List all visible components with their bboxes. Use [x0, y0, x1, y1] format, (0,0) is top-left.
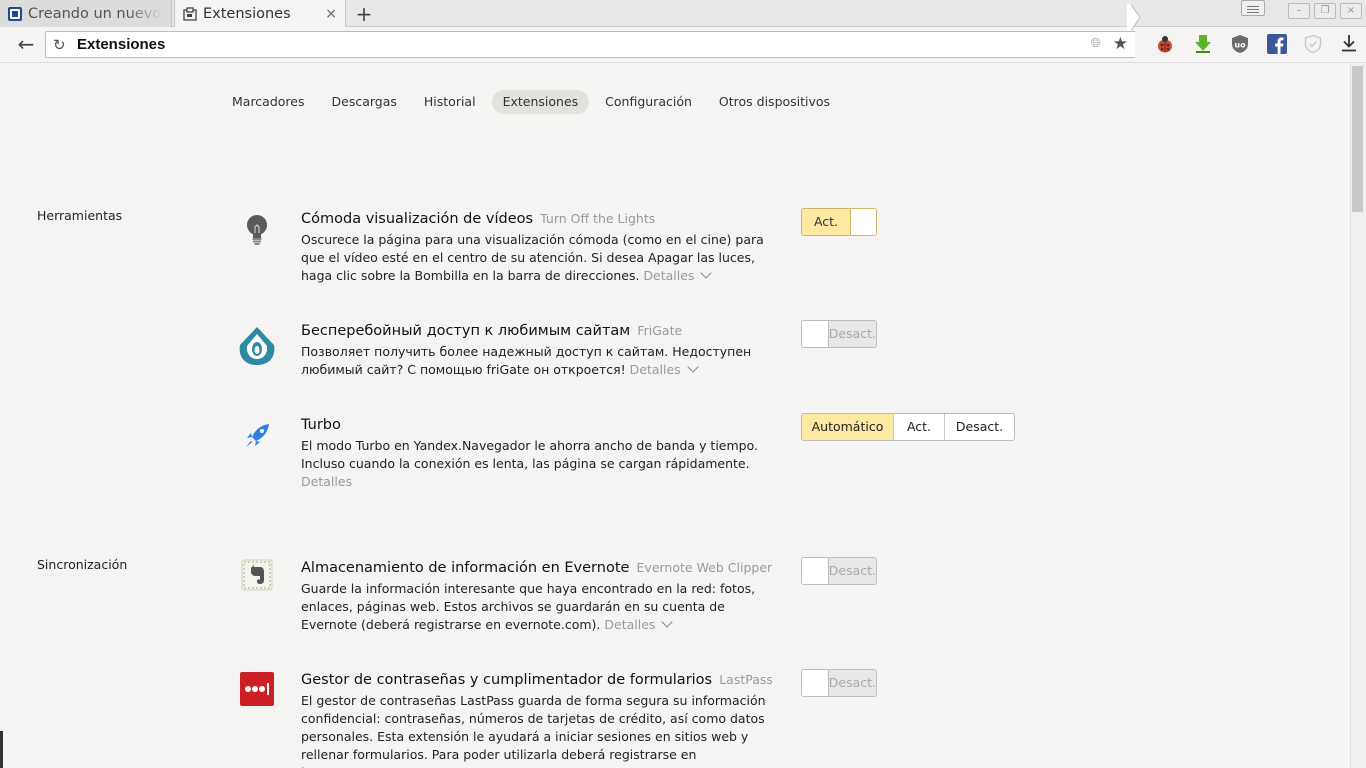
turbo-mode-selector[interactable]: Automático Act. Desact.: [801, 413, 1015, 441]
nav-historial[interactable]: Historial: [413, 90, 487, 114]
tab-creando[interactable]: Creando un nuevo: [0, 0, 172, 27]
description-text: El gestor de contraseñas LastPass guarda…: [301, 693, 766, 768]
extension-description: El modo Turbo en Yandex.Navegador le aho…: [301, 437, 771, 491]
tab-title: Creando un nuevo: [28, 5, 162, 22]
chevron-down-icon[interactable]: [661, 616, 674, 628]
turbo-option-act[interactable]: Act.: [894, 414, 945, 440]
address-bar-arrow: [1127, 4, 1141, 31]
browser-menu-button[interactable]: [1241, 0, 1265, 16]
lastpass-icon: [235, 667, 279, 711]
details-link[interactable]: Detalles: [630, 362, 681, 377]
toggle-knob: [802, 670, 829, 696]
tab-strip: Creando un nuevo Extensiones × + – ❐ ×: [0, 0, 1366, 28]
nav-extensiones[interactable]: Extensiones: [491, 90, 590, 114]
extensions-page-icon: [183, 7, 197, 21]
minimize-button[interactable]: –: [1288, 3, 1310, 19]
tab-favicon-icon: [8, 6, 22, 21]
tab-extensiones[interactable]: Extensiones ×: [174, 0, 346, 28]
extension-description: Guarde la información interesante que ha…: [301, 580, 771, 634]
globe-icon[interactable]: 🌐︎: [1091, 36, 1101, 51]
bookmark-star-icon[interactable]: ★: [1113, 34, 1128, 54]
chevron-down-icon[interactable]: [700, 267, 713, 279]
details-link[interactable]: Detalles: [301, 474, 352, 489]
toggle-frigate[interactable]: Desact.: [801, 320, 877, 348]
facebook-icon[interactable]: [1266, 33, 1288, 55]
back-arrow-icon[interactable]: ←: [14, 33, 38, 55]
ublock-icon[interactable]: uo: [1229, 33, 1251, 55]
close-window-button[interactable]: ×: [1340, 3, 1362, 19]
toggle-evernote[interactable]: Desact.: [801, 557, 877, 585]
description-text: Guarde la información interesante que ha…: [301, 581, 756, 632]
lightbulb-icon: [235, 208, 279, 252]
frigate-icon: [235, 324, 279, 368]
window-controls: – ❐ ×: [1288, 3, 1362, 19]
toggle-label: Desact.: [828, 675, 876, 690]
tab-close-icon[interactable]: ×: [325, 6, 337, 22]
settings-nav: Marcadores Descargas Historial Extension…: [221, 90, 846, 114]
extension-subtitle: LastPass: [719, 672, 773, 687]
toggle-label: Desact.: [828, 326, 876, 341]
description-text: Позволяет получить более надежный доступ…: [301, 344, 752, 377]
turbo-option-desact[interactable]: Desact.: [945, 414, 1014, 440]
new-tab-button[interactable]: +: [354, 2, 374, 26]
toggle-knob: [802, 321, 829, 347]
ladybug-icon[interactable]: [1154, 33, 1176, 55]
rocket-icon: [235, 414, 279, 458]
extension-subtitle: Turn Off the Lights: [540, 211, 656, 226]
address-text[interactable]: Extensiones: [77, 36, 165, 53]
tab-title: Extensiones: [203, 6, 291, 22]
left-edge-marker: [0, 731, 3, 768]
section-label-sync: Sincronización: [37, 557, 128, 572]
extension-title: Cómoda visualización de vídeos: [301, 211, 534, 227]
section-label-tools: Herramientas: [37, 208, 123, 223]
extension-subtitle: Evernote Web Clipper: [636, 560, 773, 575]
toggle-lastpass[interactable]: Desact.: [801, 669, 877, 697]
extension-description: El gestor de contraseñas LastPass guarda…: [301, 692, 771, 768]
scrollbar-thumb[interactable]: [1352, 66, 1363, 212]
shield-icon[interactable]: [1302, 33, 1324, 55]
download-arrow-icon[interactable]: [1192, 33, 1214, 55]
nav-descargas[interactable]: Descargas: [321, 90, 408, 114]
toggle-turn-off-lights[interactable]: Act.: [801, 208, 877, 236]
reload-icon[interactable]: ↻: [53, 36, 66, 54]
evernote-icon: [235, 553, 279, 597]
chevron-down-icon[interactable]: [687, 361, 699, 373]
extension-title: Almacenamiento de información en Evernot…: [301, 560, 630, 576]
maximize-button[interactable]: ❐: [1314, 3, 1336, 19]
toggle-knob: [802, 558, 829, 584]
extension-title: Бесперебойный доступ к любимым сайтам: [301, 323, 631, 339]
extension-description: Позволяет получить более надежный доступ…: [301, 343, 771, 379]
nav-configuracion[interactable]: Configuración: [594, 90, 703, 114]
extension-subtitle: FriGate: [637, 323, 683, 338]
extension-description: Oscurece la página para una visualizació…: [301, 231, 771, 285]
extension-title: Gestor de contraseñas y cumplimentador d…: [301, 672, 713, 688]
nav-otros-dispositivos[interactable]: Otros dispositivos: [708, 90, 841, 114]
details-link[interactable]: Detalles: [604, 617, 655, 632]
downloads-icon[interactable]: [1340, 33, 1358, 58]
details-link[interactable]: Detalles: [643, 268, 694, 283]
toggle-label: Act.: [802, 209, 850, 235]
description-text: El modo Turbo en Yandex.Navegador le aho…: [301, 438, 759, 471]
nav-marcadores[interactable]: Marcadores: [221, 90, 316, 114]
extension-title: Turbo: [301, 417, 341, 433]
svg-text:uo: uo: [1234, 41, 1246, 50]
toggle-label: Desact.: [828, 563, 876, 578]
address-bar[interactable]: ↻ Extensiones 🌐︎ ★: [45, 31, 1135, 58]
turbo-option-automatico[interactable]: Automático: [802, 414, 894, 440]
toggle-knob: [850, 209, 876, 235]
